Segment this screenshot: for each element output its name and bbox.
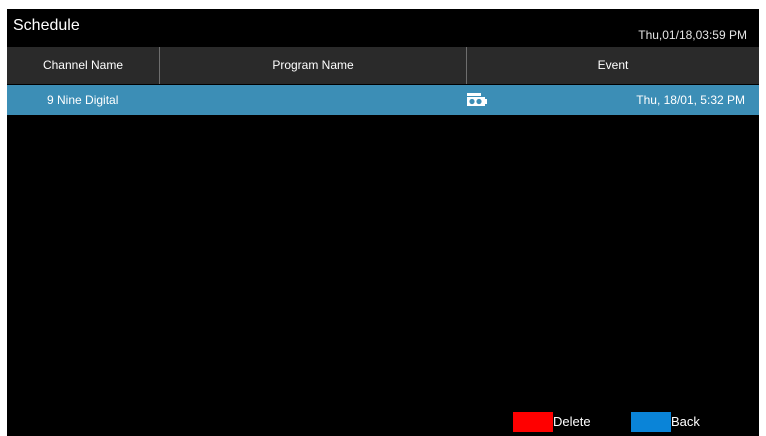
- record-icon: [467, 93, 487, 106]
- event-time-cell: Thu, 18/01, 5:32 PM: [636, 93, 745, 107]
- blue-key-icon: [631, 412, 671, 432]
- back-label: Back: [671, 414, 700, 429]
- delete-label: Delete: [553, 414, 591, 429]
- datetime: Thu,01/18,03:59 PM: [638, 28, 747, 42]
- table-row[interactable]: 9 Nine Digital Thu, 18/01, 5:32 PM: [7, 85, 759, 115]
- column-header-event: Event: [597, 58, 629, 72]
- page-title: Schedule: [13, 17, 80, 34]
- table-header: Channel Name Program Name Event: [7, 47, 759, 84]
- schedule-screen: Schedule Thu,01/18,03:59 PM Channel Name…: [7, 9, 759, 436]
- column-header-channel-name: Channel Name: [42, 58, 124, 72]
- column-header-program-name: Program Name: [272, 58, 354, 72]
- channel-name-cell: 9 Nine Digital: [47, 93, 119, 107]
- red-key-icon: [513, 412, 553, 432]
